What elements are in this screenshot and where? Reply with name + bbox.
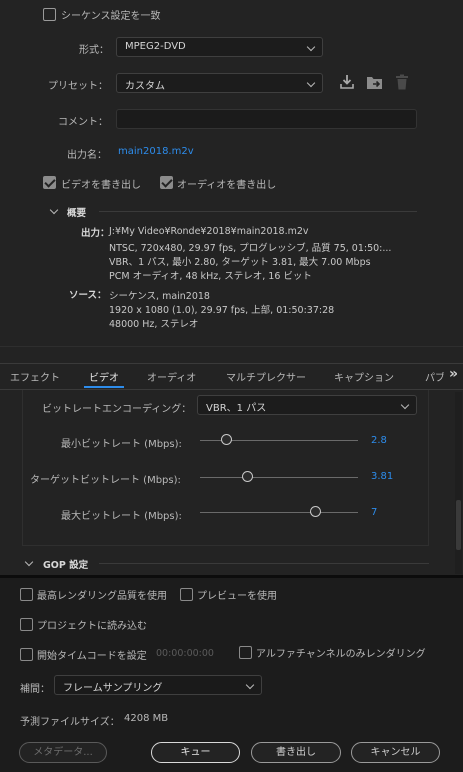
chevron-down-icon [306, 78, 316, 88]
export-video-label: ビデオを書き出し [61, 180, 141, 191]
alpha-only-checkbox[interactable] [239, 646, 252, 659]
import-preset-icon[interactable] [366, 74, 384, 93]
chevron-down-icon [306, 42, 316, 52]
preset-value: カスタム [125, 81, 165, 92]
tab-multiplexer[interactable]: マルチプレクサー [226, 369, 306, 384]
summary-source-line: 48000 Hz, ステレオ [109, 319, 199, 330]
cancel-button[interactable]: キャンセル [351, 742, 440, 763]
target-bitrate-slider-knob[interactable] [241, 471, 253, 482]
export-button[interactable]: 書き出し [251, 742, 341, 763]
tab-video-underline [84, 386, 124, 388]
max-render-quality-checkbox[interactable] [20, 588, 33, 601]
interpolation-select[interactable]: フレームサンプリング [54, 675, 262, 695]
import-project-checkbox[interactable] [20, 618, 33, 631]
export-audio-label: オーディオを書き出し [177, 180, 277, 191]
summary-output-line: J:¥My Video¥Ronde¥2018¥main2018.m2v [109, 226, 309, 237]
summary-output-line: PCM オーディオ, 48 kHz, ステレオ, 16 ビット [109, 271, 312, 282]
start-timecode-checkbox[interactable] [20, 648, 33, 661]
use-preview-label: プレビューを使用 [197, 591, 277, 602]
summary-output-label: 出力： [81, 228, 110, 239]
match-sequence-label: シーケンス設定を一致 [61, 11, 161, 22]
start-timecode-field[interactable]: 00:00:00:00 [156, 648, 214, 659]
import-project-label: プロジェクトに読み込む [37, 621, 147, 632]
delete-preset-icon[interactable] [395, 74, 409, 93]
tab-overflow-icon[interactable]: » [449, 366, 458, 382]
alpha-only-label: アルファチャンネルのみレンダリング [256, 649, 426, 660]
preset-select[interactable]: カスタム [116, 73, 323, 93]
max-bitrate-slider-knob[interactable] [309, 506, 321, 517]
export-audio-checkbox[interactable] [160, 176, 173, 189]
section-divider [0, 346, 463, 347]
format-label: 形式： [79, 45, 109, 56]
save-preset-icon[interactable] [339, 74, 355, 93]
summary-source-line: シーケンス, main2018 [109, 291, 210, 302]
format-select[interactable]: MPEG2-DVD [116, 37, 323, 57]
target-bitrate-slider[interactable] [200, 477, 358, 478]
collapse-gop-icon[interactable] [24, 557, 34, 567]
chevron-down-icon [245, 680, 255, 690]
tab-captions[interactable]: キャプション [334, 369, 394, 384]
file-size-label: 予測ファイルサイズ： [20, 717, 120, 728]
max-bitrate-value[interactable]: 7 [371, 507, 377, 518]
bitrate-encoding-select[interactable]: VBR、1 パス [197, 395, 417, 415]
scrollbar-thumb[interactable] [456, 500, 461, 550]
bitrate-encoding-label: ビットレートエンコーディング： [42, 404, 192, 415]
max-bitrate-label: 最大ビットレート (Mbps): [61, 511, 182, 522]
file-size-value: 4208 MB [124, 713, 169, 724]
summary-output-line: VBR、1 パス, 最小 2.80, ターゲット 3.81, 最大 7.00 M… [109, 257, 371, 268]
tab-audio[interactable]: オーディオ [147, 369, 196, 384]
summary-output-line: NTSC, 720x480, 29.97 fps, プログレッシブ, 品質 75… [109, 243, 392, 254]
interpolation-value: フレームサンプリング [63, 683, 163, 694]
summary-divider [99, 211, 417, 212]
summary-source-label: ソース： [69, 290, 107, 301]
tab-publish[interactable]: パブ [425, 369, 445, 384]
target-bitrate-value[interactable]: 3.81 [371, 471, 393, 482]
tab-effects[interactable]: エフェクト [10, 369, 60, 384]
match-sequence-checkbox[interactable] [43, 8, 56, 21]
min-bitrate-label: 最小ビットレート (Mbps): [61, 439, 182, 450]
chevron-down-icon [400, 400, 410, 410]
gop-settings-title: GOP 設定 [43, 560, 89, 571]
max-render-quality-label: 最高レンダリング品質を使用 [37, 591, 167, 602]
collapse-summary-icon[interactable] [49, 205, 59, 215]
preset-label: プリセット： [48, 81, 108, 92]
summary-title: 概要 [67, 208, 87, 219]
target-bitrate-label: ターゲットビットレート (Mbps): [30, 475, 181, 486]
comment-input[interactable] [116, 109, 417, 129]
tab-video[interactable]: ビデオ [89, 369, 119, 384]
gop-divider [99, 563, 429, 564]
metadata-button[interactable]: メタデータ... [19, 742, 107, 763]
min-bitrate-value[interactable]: 2.8 [371, 435, 387, 446]
comment-label: コメント： [58, 117, 108, 128]
summary-source-line: 1920 x 1080 (1.0), 29.97 fps, 上部, 01:50:… [109, 305, 335, 316]
output-name-label: 出力名： [67, 150, 107, 161]
max-bitrate-slider[interactable] [200, 512, 358, 513]
bitrate-encoding-value: VBR、1 パス [206, 403, 267, 414]
start-timecode-label: 開始タイムコードを設定 [37, 651, 147, 662]
output-name-link[interactable]: main2018.m2v [118, 146, 194, 157]
format-value: MPEG2-DVD [125, 41, 186, 52]
export-video-checkbox[interactable] [43, 176, 56, 189]
queue-button[interactable]: キュー [151, 742, 240, 763]
interpolation-label: 補間： [20, 684, 50, 695]
use-preview-checkbox[interactable] [180, 588, 193, 601]
